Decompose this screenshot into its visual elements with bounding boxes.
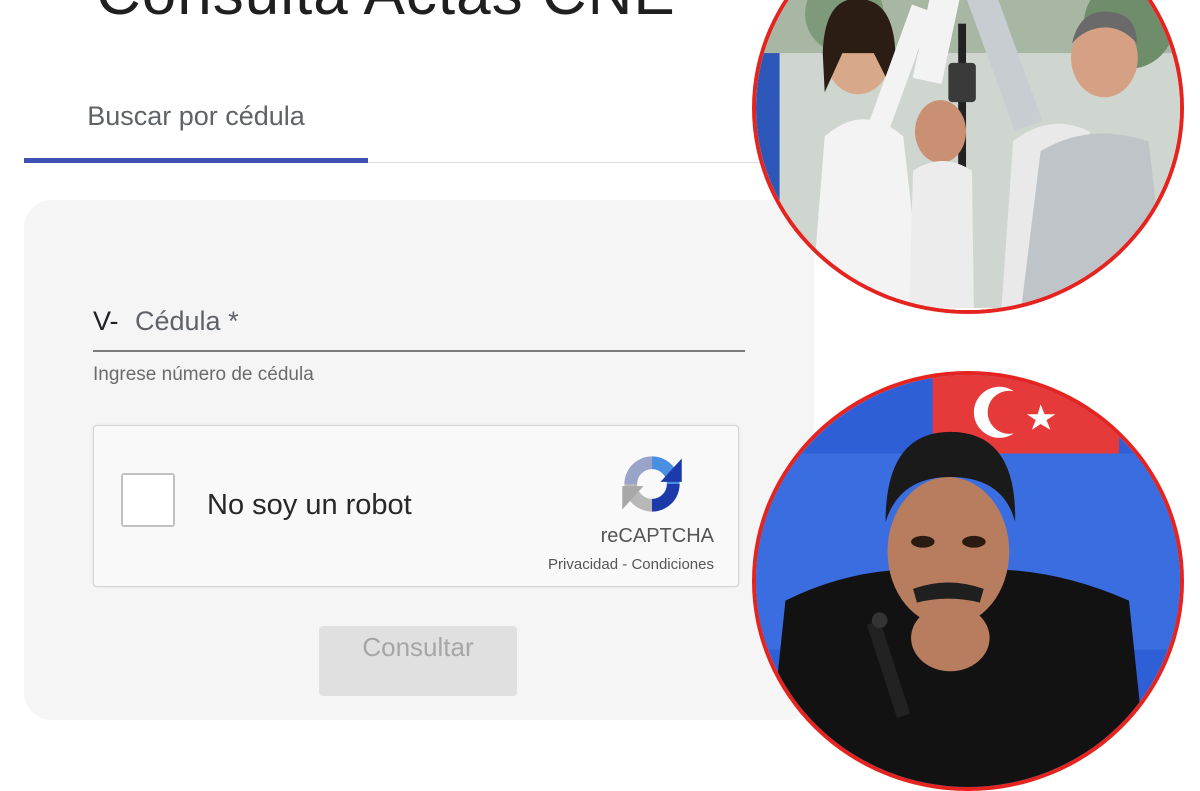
- cedula-input[interactable]: [133, 298, 737, 350]
- cedula-field[interactable]: V- Cédula *: [93, 298, 745, 352]
- tab-buscar-por-cedula[interactable]: Buscar por cédula: [24, 70, 368, 162]
- page-title: Consulta Actas CNE: [96, 0, 676, 29]
- recaptcha-link-separator: -: [618, 556, 632, 573]
- recaptcha-privacy-link[interactable]: Privacidad: [548, 556, 618, 573]
- recaptcha-brand: reCAPTCHA: [600, 525, 714, 547]
- portrait-photo-image: [756, 375, 1180, 787]
- consultar-button[interactable]: Consultar: [319, 626, 517, 696]
- rally-photo-image: [756, 0, 1180, 310]
- recaptcha-terms-link[interactable]: Condiciones: [631, 556, 714, 573]
- recaptcha-widget: No soy un robot reCAPTCHA Privacidad - C…: [93, 425, 739, 587]
- cedula-underline: [93, 350, 745, 352]
- cedula-prefix: V-: [93, 306, 119, 336]
- tab-divider: [368, 162, 788, 163]
- tab-active-indicator: [24, 158, 368, 163]
- recaptcha-logo-icon: [622, 456, 682, 512]
- rally-photo: [752, 0, 1184, 314]
- portrait-photo: [752, 371, 1184, 791]
- recaptcha-checkbox[interactable]: [121, 473, 175, 527]
- recaptcha-label: No soy un robot: [207, 489, 412, 521]
- cedula-hint: Ingrese número de cédula: [93, 364, 314, 385]
- recaptcha-links: Privacidad - Condiciones: [548, 556, 714, 573]
- tab-label: Buscar por cédula: [87, 100, 305, 131]
